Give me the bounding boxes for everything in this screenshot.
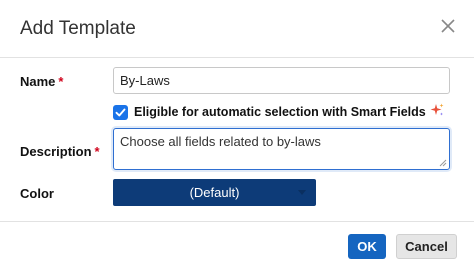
smart-fields-label: Eligible for automatic selection with Sm… <box>134 105 426 119</box>
description-label-text: Description <box>20 144 92 159</box>
dialog-header: Add Template <box>0 0 474 58</box>
name-input[interactable]: By-Laws <box>113 67 450 94</box>
chevron-down-icon <box>298 190 306 195</box>
add-template-dialog: Add Template Name * By-Laws Eligible for … <box>0 0 474 273</box>
description-label: Description * <box>20 144 100 159</box>
sparkle-icon <box>430 103 444 122</box>
ok-button[interactable]: OK <box>348 234 386 259</box>
cancel-button[interactable]: Cancel <box>396 234 457 259</box>
close-icon[interactable] <box>438 16 458 36</box>
name-label: Name * <box>20 74 63 89</box>
color-select-value: (Default) <box>189 185 240 200</box>
description-textarea[interactable]: Choose all fields related to by-laws <box>113 128 450 170</box>
color-select-button[interactable]: (Default) <box>113 179 316 206</box>
resize-handle-icon[interactable] <box>439 159 447 167</box>
smart-fields-checkbox[interactable] <box>113 104 128 120</box>
color-label: Color <box>20 186 54 201</box>
smart-fields-option[interactable]: Eligible for automatic selection with Sm… <box>113 103 444 121</box>
name-input-value: By-Laws <box>120 73 170 88</box>
checkmark-icon <box>115 108 126 116</box>
required-marker: * <box>94 144 100 159</box>
name-label-text: Name <box>20 74 56 89</box>
description-value: Choose all fields related to by-laws <box>120 134 321 149</box>
dialog-title: Add Template <box>20 18 136 39</box>
required-marker: * <box>58 74 64 89</box>
